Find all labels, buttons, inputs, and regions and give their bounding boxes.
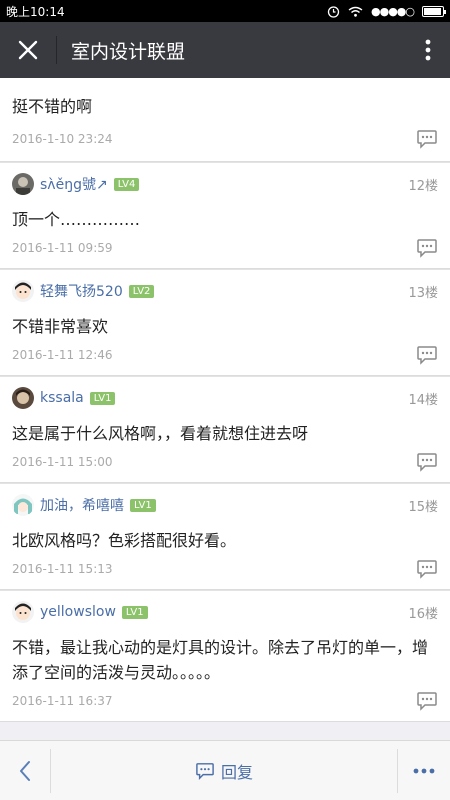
comment-item: 挺不错的啊 2016-1-10 23:24 (0, 78, 450, 162)
comment-reply-icon[interactable] (416, 238, 438, 258)
avatar[interactable] (12, 601, 34, 623)
comment-date: 2016-1-11 09:59 (12, 241, 113, 255)
username-link[interactable]: sʌ̀ěŋg號↗ (40, 174, 108, 194)
floor-number: 15楼 (408, 499, 438, 515)
level-badge: LV4 (113, 177, 140, 191)
chevron-left-icon (20, 760, 30, 781)
comment-reply-icon[interactable] (416, 129, 438, 149)
comment-item: sʌ̀ěŋg號↗ LV4 12楼 顶一个…………… 2016-1-11 09:5… (0, 162, 450, 269)
app-bar: 室内设计联盟 (0, 22, 450, 78)
comment-reply-icon[interactable] (416, 559, 438, 579)
comment-date: 2016-1-10 23:24 (12, 132, 113, 146)
comment-date: 2016-1-11 15:00 (12, 455, 113, 469)
reply-label: 回复 (220, 762, 253, 782)
comment-content: 北欧风格吗？色彩搭配很好看。 (12, 531, 237, 550)
comment-content: 不错非常喜欢 (12, 317, 109, 336)
more-vertical-icon (425, 39, 431, 61)
username-link[interactable]: 加油，希嘻嘻 (40, 495, 124, 515)
comment-content: 顶一个…………… (12, 210, 141, 229)
floor-number: 12楼 (408, 178, 438, 194)
level-badge: LV1 (121, 605, 148, 619)
battery-icon (422, 5, 446, 17)
comment-reply-icon[interactable] (416, 345, 438, 365)
comment-item: yellowslow LV1 16楼 不错，最让我心动的是灯具的设计。除去了吊灯… (0, 590, 450, 722)
comment-content: 不错，最让我心动的是灯具的设计。除去了吊灯的单一，增添了空间的活泼与灵动。。。。… (12, 638, 429, 682)
comment-item: 加油，希嘻嘻 LV1 15楼 北欧风格吗？色彩搭配很好看。 2016-1-11 … (0, 483, 450, 590)
close-icon (18, 40, 38, 60)
reply-icon (196, 762, 214, 780)
comment-content: 这是属于什么风格啊，，看着就想住进去呀 (12, 424, 309, 443)
more-menu-button[interactable] (406, 22, 450, 78)
more-horizontal-icon (413, 768, 435, 773)
signal-icon: ●●●●○ (371, 4, 415, 18)
bottom-toolbar: 回复 (0, 740, 450, 800)
back-button[interactable] (0, 741, 50, 800)
comment-date: 2016-1-11 15:13 (12, 562, 113, 576)
comment-reply-icon[interactable] (416, 691, 438, 711)
level-badge: LV1 (130, 498, 156, 512)
comment-item: 轻舞飞扬520 LV2 13楼 不错非常喜欢 2016-1-11 12:46 (0, 269, 450, 376)
wifi-icon (348, 6, 363, 17)
status-time: 晚上10:14 (6, 4, 65, 19)
username-link[interactable]: kssala (40, 390, 84, 406)
level-badge: LV1 (89, 391, 116, 405)
reply-button[interactable]: 回复 (51, 759, 397, 783)
avatar[interactable] (12, 494, 34, 516)
floor-number: 16楼 (408, 606, 438, 622)
username-link[interactable]: 轻舞飞扬520 (40, 281, 123, 301)
floor-number: 14楼 (408, 392, 438, 408)
status-bar: 晚上10:14 ●●●●○ (0, 0, 450, 22)
floor-number: 13楼 (408, 285, 438, 301)
avatar[interactable] (12, 387, 34, 409)
avatar[interactable] (12, 173, 34, 195)
comment-date: 2016-1-11 16:37 (12, 694, 113, 708)
more-actions-button[interactable] (398, 741, 450, 800)
comment-feed[interactable]: 挺不错的啊 2016-1-10 23:24 sʌ̀ěŋg號↗ LV4 12楼 顶… (0, 78, 450, 740)
comment-date: 2016-1-11 12:46 (12, 348, 113, 362)
level-badge: LV2 (128, 284, 155, 298)
alarm-icon (327, 5, 340, 18)
comment-content: 挺不错的啊 (12, 97, 93, 116)
username-link[interactable]: yellowslow (40, 604, 116, 620)
page-title: 室内设计联盟 (71, 40, 186, 63)
close-button[interactable] (0, 22, 56, 78)
comment-item: kssala LV1 14楼 这是属于什么风格啊，，看着就想住进去呀 2016-… (0, 376, 450, 483)
comment-reply-icon[interactable] (416, 452, 438, 472)
avatar[interactable] (12, 280, 34, 302)
status-icons: ●●●●○ (327, 4, 446, 18)
